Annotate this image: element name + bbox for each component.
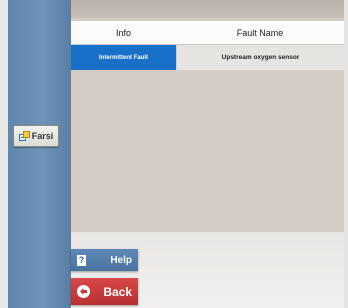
language-button-label: Farsi bbox=[31, 131, 54, 141]
help-button-label: Help bbox=[110, 254, 132, 266]
back-button-label: Back bbox=[103, 284, 132, 299]
fault-table-header: Info Fault Name bbox=[71, 21, 344, 45]
column-header-info: Info bbox=[115, 27, 131, 38]
fault-name-cell[interactable]: Upstream oxygen sensor bbox=[176, 45, 344, 70]
back-button[interactable]: Back bbox=[71, 278, 138, 305]
screen-bezel-right bbox=[344, 0, 348, 308]
language-switch-icon bbox=[18, 130, 30, 142]
help-button[interactable]: ? Help bbox=[71, 249, 138, 271]
table-row[interactable]: Intermittent Fault Upstream oxygen senso… bbox=[71, 45, 344, 70]
screen-bezel-left bbox=[0, 0, 8, 308]
top-bar bbox=[71, 0, 344, 18]
back-arrow-icon bbox=[77, 285, 90, 298]
sidebar bbox=[8, 0, 71, 308]
column-header-fault-name: Fault Name bbox=[236, 27, 284, 38]
question-mark-icon: ? bbox=[77, 254, 86, 266]
fault-info-cell[interactable]: Intermittent Fault bbox=[71, 45, 176, 70]
language-button[interactable]: Farsi bbox=[13, 125, 59, 147]
